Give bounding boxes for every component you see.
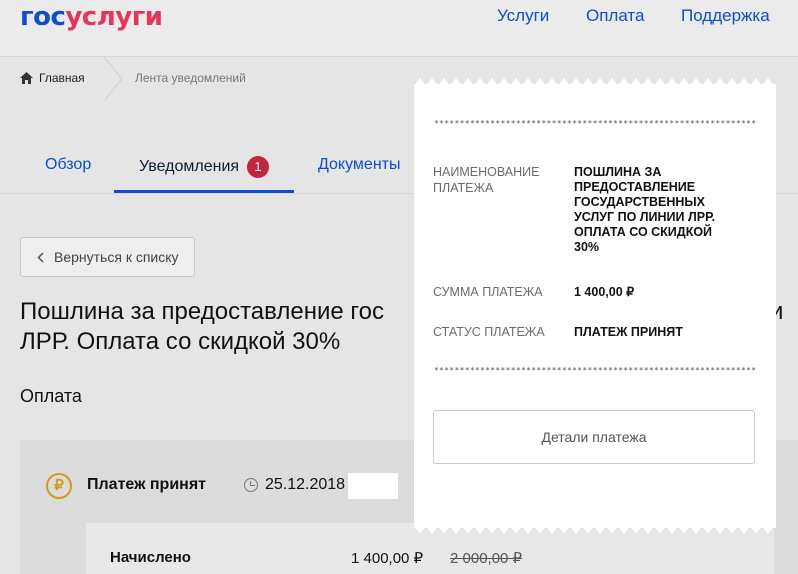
payment-status: Платеж принят: [87, 476, 206, 493]
receipt-top-edge: [414, 78, 776, 86]
receipt-name-value: ПОШЛИНА ЗА ПРЕДОСТАВЛЕНИЕ ГОСУДАРСТВЕННЫ…: [574, 165, 716, 254]
payment-date: 25.12.2018: [265, 476, 346, 493]
payment-receipt: ****************************************…: [414, 78, 776, 534]
back-button-label: Вернуться к списку: [54, 249, 179, 265]
section-label-payment: Оплата: [20, 386, 82, 406]
tab-notifications[interactable]: Уведомления 1: [139, 156, 270, 178]
original-amount: 2 000,00 ₽: [450, 550, 523, 567]
site-header: госуслуги Услуги Оплата Поддержка: [0, 0, 798, 56]
page-title-line1: Пошлина за предоставление гос: [20, 298, 384, 325]
payment-details-button[interactable]: Детали платежа: [433, 410, 755, 464]
charged-amount: 1 400,00 ₽: [351, 550, 424, 567]
receipt-divider-bottom: ****************************************…: [434, 366, 756, 375]
nav-payment-link[interactable]: Оплата: [586, 6, 644, 26]
receipt-sum-label: СУММА ПЛАТЕЖА: [433, 285, 543, 299]
nav-support-link[interactable]: Поддержка: [681, 6, 770, 26]
nav-services-link[interactable]: Услуги: [497, 6, 549, 26]
receipt-status-label: СТАТУС ПЛАТЕЖА: [433, 325, 545, 339]
clock-icon: [244, 478, 258, 492]
receipt-status-value: ПЛАТЕЖ ПРИНЯТ: [574, 325, 683, 339]
home-icon: [20, 72, 33, 84]
chevron-left-icon: [37, 251, 44, 263]
back-to-list-button[interactable]: Вернуться к списку: [20, 237, 195, 277]
breadcrumb-home-label: Главная: [39, 71, 85, 85]
charged-label: Начислено: [110, 549, 191, 566]
tab-notifications-label: Уведомления: [139, 158, 240, 176]
active-tab-indicator: [114, 190, 294, 193]
breadcrumb-home[interactable]: Главная: [20, 71, 85, 85]
tab-documents[interactable]: Документы: [318, 156, 400, 174]
receipt-divider-top: ****************************************…: [434, 119, 756, 128]
gosuslugi-logo[interactable]: госуслуги: [20, 2, 163, 32]
breadcrumb-current: Лента уведомлений: [135, 71, 246, 85]
page-title-line2: ЛРР. Оплата со скидкой 30%: [20, 328, 341, 355]
receipt-sum-value: 1 400,00 ₽: [574, 285, 635, 299]
receipt-bottom-edge: [414, 526, 776, 534]
redacted-area: [348, 473, 398, 499]
notifications-count-badge: 1: [247, 156, 270, 178]
ruble-icon: ₽: [46, 473, 72, 499]
receipt-name-label: НАИМЕНОВАНИЕ ПЛАТЕЖА: [433, 165, 540, 195]
tab-overview[interactable]: Обзор: [45, 156, 91, 174]
breadcrumb-separator: [103, 57, 123, 101]
